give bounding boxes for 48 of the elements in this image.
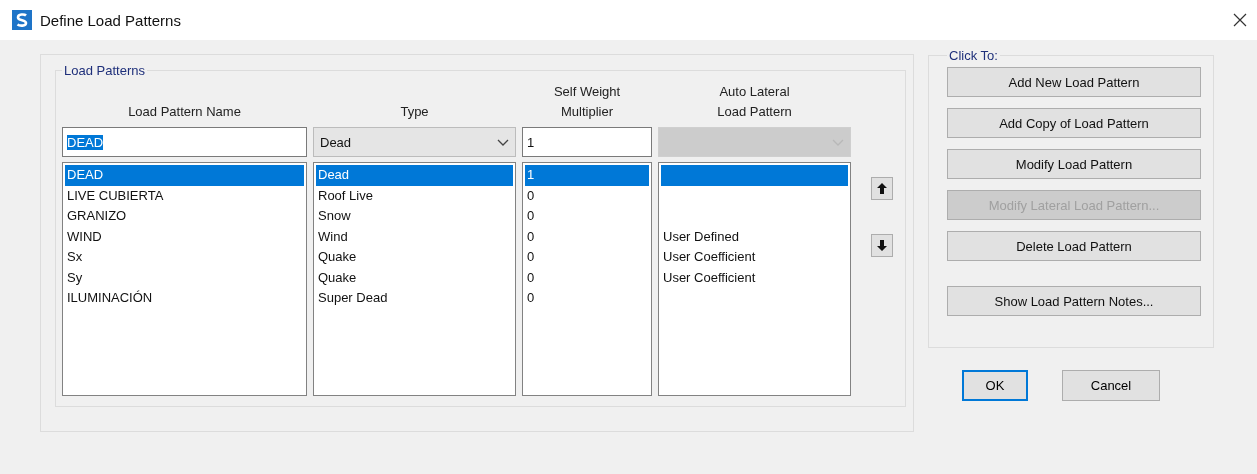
lateral-item[interactable]: User Coefficient — [661, 267, 848, 288]
action-button[interactable]: Delete Load Pattern — [947, 231, 1201, 261]
dialog-button[interactable]: Cancel — [1062, 370, 1160, 401]
group-title: Load Patterns — [63, 63, 146, 78]
multiplier-item[interactable]: 0 — [525, 288, 649, 309]
app-logo-icon — [12, 10, 32, 30]
pattern-name-item[interactable]: Sy — [65, 267, 304, 288]
pattern-name-item[interactable]: ILUMINACIÓN — [65, 288, 304, 309]
close-icon[interactable] — [1233, 13, 1247, 27]
action-button[interactable]: Show Load Pattern Notes... — [947, 286, 1201, 316]
type-item[interactable]: Wind — [316, 226, 513, 247]
column-header: Auto Lateral Load Pattern — [716, 83, 793, 121]
group-title: Click To: — [948, 48, 999, 63]
type-item[interactable]: Snow — [316, 206, 513, 227]
name-input-field[interactable]: DEAD — [62, 127, 307, 157]
type-item[interactable]: Quake — [316, 267, 513, 288]
type-item[interactable]: Dead — [316, 165, 513, 186]
chevron-down-icon — [497, 138, 509, 146]
move-up-button[interactable] — [871, 177, 893, 200]
pattern-name-item[interactable]: LIVE CUBIERTA — [65, 185, 304, 206]
pattern-name-item[interactable]: Sx — [65, 247, 304, 268]
type-dropdown[interactable]: Dead — [313, 127, 516, 157]
pattern-name-item[interactable]: DEAD — [65, 165, 304, 186]
pattern-name-item[interactable]: WIND — [65, 226, 304, 247]
lateral-item[interactable]: User Coefficient — [661, 247, 848, 268]
multiplier-item[interactable]: 0 — [525, 206, 649, 227]
action-button[interactable]: Modify Load Pattern — [947, 149, 1201, 179]
up-arrow-icon — [877, 183, 887, 194]
multiplier-item[interactable]: 0 — [525, 247, 649, 268]
pattern-name-item[interactable]: GRANIZO — [65, 206, 304, 227]
column-header: Load Pattern Name — [127, 103, 242, 121]
dialog-button[interactable]: OK — [962, 370, 1028, 401]
window-title: Define Load Patterns — [40, 11, 182, 29]
multiplier-item[interactable]: 1 — [525, 165, 649, 186]
move-down-button[interactable] — [871, 234, 893, 257]
column-header: Self Weight Multiplier — [552, 83, 622, 121]
column-header: Type — [399, 103, 430, 121]
multiplier-input-field[interactable]: 1 — [522, 127, 652, 157]
multiplier-item[interactable]: 0 — [525, 226, 649, 247]
type-item[interactable]: Super Dead — [316, 288, 513, 309]
action-button[interactable]: Add New Load Pattern — [947, 67, 1201, 97]
multiplier-item[interactable]: 0 — [525, 185, 649, 206]
multiplier-item[interactable]: 0 — [525, 267, 649, 288]
down-arrow-icon — [877, 240, 887, 251]
action-button[interactable]: Add Copy of Load Pattern — [947, 108, 1201, 138]
type-item[interactable]: Quake — [316, 247, 513, 268]
lateral-item[interactable]: User Defined — [661, 226, 848, 247]
type-item[interactable]: Roof Live — [316, 185, 513, 206]
